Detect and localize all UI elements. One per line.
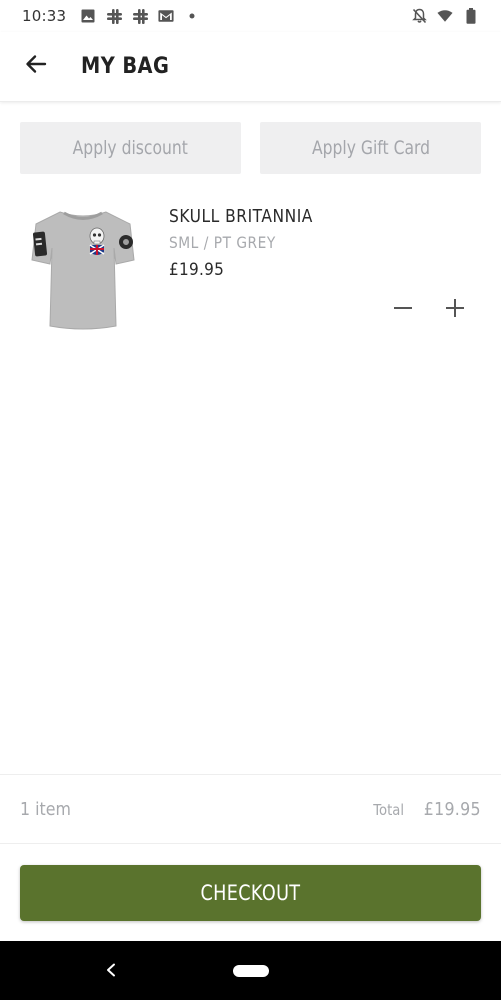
plus-icon (444, 297, 466, 324)
status-time: 10:33 (22, 7, 67, 25)
gmail-icon (158, 8, 174, 24)
slack-icon (106, 8, 122, 24)
home-pill-icon[interactable] (233, 965, 269, 977)
image-icon (80, 8, 96, 24)
status-right-icons (411, 8, 479, 24)
product-name: SKULL BRITANNIA (169, 206, 313, 227)
total-group: Total £19.95 (369, 799, 481, 820)
product-variant: SML / PT GREY (169, 233, 276, 252)
increase-quantity-button[interactable] (440, 295, 470, 325)
battery-icon (463, 8, 479, 24)
decrease-quantity-button[interactable] (388, 295, 418, 325)
page-title: MY BAG (81, 54, 170, 79)
arrow-left-icon (24, 52, 48, 81)
total-label: Total (373, 800, 405, 819)
apply-discount-label: Apply discount (72, 137, 189, 159)
minus-icon (392, 297, 414, 324)
nav-back-icon[interactable] (100, 959, 122, 981)
checkout-label: CHECKOUT (200, 881, 301, 905)
slack-icon (132, 8, 148, 24)
product-image[interactable] (30, 208, 136, 330)
status-bar: 10:33 (0, 0, 501, 32)
app-header: MY BAG (0, 32, 501, 102)
cart-item: SKULL BRITANNIA SML / PT GREY £19.95 (20, 198, 481, 338)
checkout-button[interactable]: CHECKOUT (20, 865, 481, 921)
wifi-icon (437, 8, 453, 24)
status-left-icons (80, 8, 200, 24)
order-summary: 1 item Total £19.95 (0, 774, 501, 844)
total-value: £19.95 (423, 798, 481, 820)
apply-gift-card-button[interactable]: Apply Gift Card (260, 122, 481, 174)
item-count: 1 item (20, 798, 71, 820)
system-nav-bar (0, 941, 501, 1000)
discount-actions: Apply discount Apply Gift Card (20, 122, 481, 174)
notifications-off-icon (411, 8, 427, 24)
product-price: £19.95 (169, 260, 225, 280)
back-button[interactable] (11, 42, 61, 92)
apply-discount-button[interactable]: Apply discount (20, 122, 241, 174)
dot-icon (184, 8, 200, 24)
apply-gift-card-label: Apply Gift Card (311, 137, 430, 159)
